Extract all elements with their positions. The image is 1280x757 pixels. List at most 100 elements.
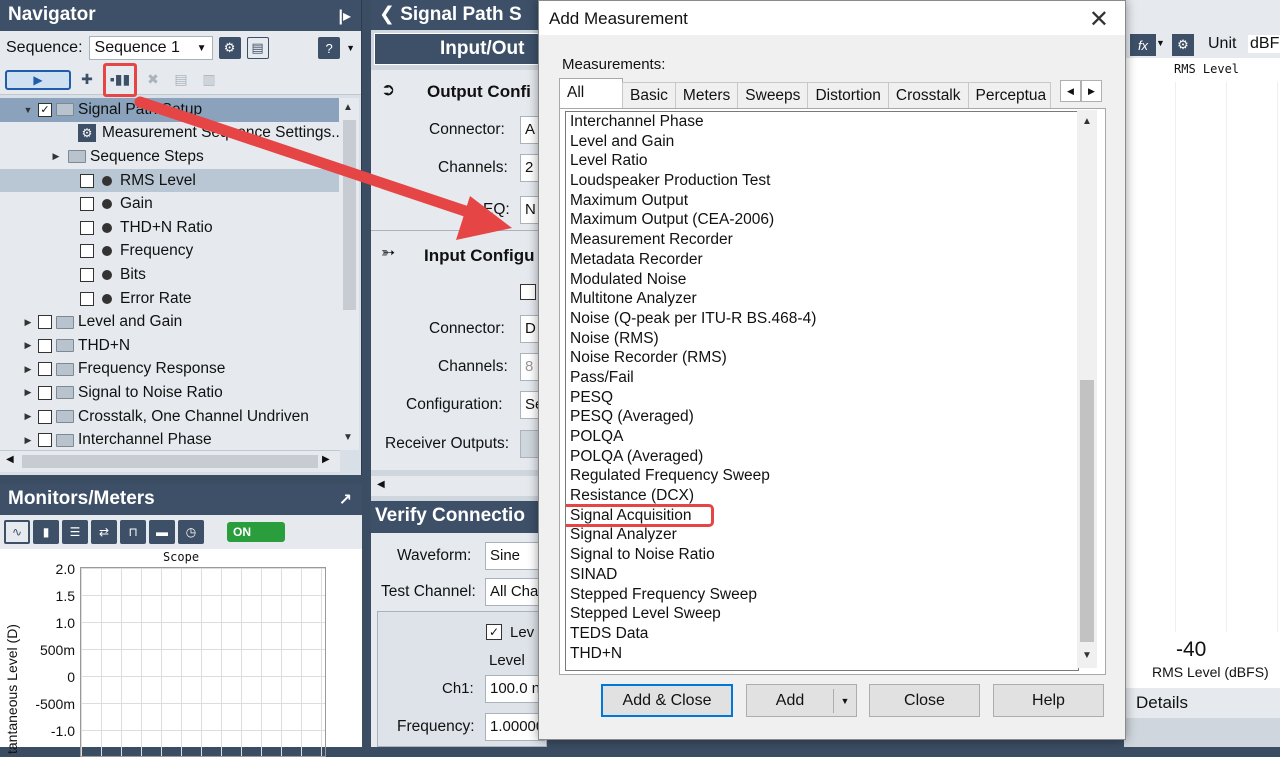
tree-item[interactable]: Frequency [0, 240, 340, 264]
tab-distortion[interactable]: Distortion [807, 82, 889, 109]
measurement-list-item[interactable]: Stepped Frequency Sweep [566, 585, 1078, 605]
back-chevron-icon[interactable]: ❮ [379, 4, 395, 25]
measurement-list-item[interactable]: Signal Acquisition [566, 503, 714, 528]
chevron-down-icon[interactable]: ▼ [1156, 38, 1165, 48]
pulse-icon[interactable]: ⊓ [120, 520, 146, 544]
tree-item[interactable]: Error Rate [0, 287, 340, 311]
tab-sweeps[interactable]: Sweeps [737, 82, 809, 109]
scroll-left-icon[interactable]: ◀ [377, 479, 385, 490]
measurement-list-item[interactable]: Regulated Frequency Sweep [566, 466, 1078, 486]
measurement-list-item[interactable]: Multitone Analyzer [566, 289, 1078, 309]
list-vertical-scrollbar[interactable]: ▲ ▼ [1077, 110, 1097, 668]
tree-item[interactable]: ▶ Interchannel Phase [0, 428, 340, 450]
unit-select[interactable]: dBF [1248, 35, 1280, 53]
expand-down-icon[interactable]: ▼ [22, 105, 34, 115]
expand-right-icon[interactable]: ▶ [22, 411, 34, 422]
test-channel-field[interactable]: All Cha [485, 578, 545, 606]
expand-right-icon[interactable]: ▶ [22, 387, 34, 398]
tree-item[interactable]: ▶ Frequency Response [0, 358, 340, 382]
add-measurement-icon[interactable]: ▪▮▮ [103, 62, 137, 97]
close-icon[interactable]: ✕ [1089, 5, 1109, 34]
chevron-down-icon[interactable]: ▼ [834, 696, 856, 706]
checkbox[interactable] [38, 362, 52, 377]
frequency-field[interactable]: 1.00000 [485, 713, 545, 741]
scroll-up-icon[interactable]: ▲ [343, 102, 353, 113]
tab-basic[interactable]: Basic [622, 82, 676, 109]
meters-icon[interactable]: ☰ [62, 520, 88, 544]
tree-vertical-scrollbar[interactable]: ▲ ▼ [339, 98, 359, 450]
fft-icon[interactable]: ▮ [33, 520, 59, 544]
close-button[interactable]: Close [869, 684, 980, 717]
checkbox[interactable] [38, 433, 52, 448]
tree-item[interactable]: ▶ Signal to Noise Ratio [0, 381, 340, 405]
checkbox[interactable] [80, 291, 94, 306]
tree-item[interactable]: RMS Level [0, 168, 340, 193]
scrollbar-thumb[interactable] [343, 120, 356, 310]
scroll-up-icon[interactable]: ▲ [1082, 116, 1092, 127]
measurement-list-item[interactable]: POLQA (Averaged) [566, 447, 1078, 467]
measurement-list-item[interactable]: PESQ (Averaged) [566, 407, 1078, 427]
checkbox[interactable] [38, 315, 52, 330]
measurement-list-item[interactable]: TEDS Data [566, 624, 1078, 644]
measurement-list-item[interactable]: Metadata Recorder [566, 250, 1078, 270]
measurement-list-item[interactable]: Noise (Q-peak per ITU-R BS.468-4) [566, 309, 1078, 329]
details-bar[interactable]: Details [1124, 688, 1280, 718]
swap-icon[interactable]: ⇄ [91, 520, 117, 544]
measurement-list-item[interactable]: Noise Recorder (RMS) [566, 348, 1078, 368]
measurement-list-item[interactable]: Signal Analyzer [566, 525, 1078, 545]
checkbox[interactable] [38, 385, 52, 400]
measurement-list-item[interactable]: Maximum Output (CEA-2006) [566, 210, 1078, 230]
scrollbar-thumb[interactable] [22, 455, 318, 468]
monitor-on-toggle[interactable]: ON [227, 522, 285, 542]
add-close-button[interactable]: Add & Close [601, 684, 733, 717]
checkbox[interactable] [80, 267, 94, 282]
tab-scroll-left-icon[interactable]: ◀ [1060, 80, 1081, 102]
level-checkbox[interactable]: ✓ [486, 624, 502, 640]
scroll-left-icon[interactable]: ◀ [6, 454, 14, 465]
expand-right-icon[interactable]: ▶ [22, 364, 34, 375]
measurement-list-item[interactable]: POLQA [566, 427, 1078, 447]
run-sequence-button[interactable]: ▶ [5, 69, 71, 90]
measurement-list-item[interactable]: Interchannel Phase [566, 112, 1078, 132]
sequence-report-icon[interactable]: ▤ [246, 37, 269, 59]
measurement-list[interactable]: Interchannel Phase Level and Gain Level Ra… [565, 111, 1079, 671]
checkbox[interactable] [80, 173, 94, 188]
sequence-settings-gear-icon[interactable]: ⚙ [218, 37, 241, 59]
checkbox[interactable] [80, 244, 94, 259]
measurement-list-item[interactable]: Maximum Output [566, 191, 1078, 211]
ch1-level-field[interactable]: 100.0 n [485, 675, 545, 703]
measurement-list-item[interactable]: Signal to Noise Ratio [566, 545, 1078, 565]
chevron-down-icon[interactable]: ▼ [346, 43, 355, 53]
measurement-list-item[interactable]: Measurement Recorder [566, 230, 1078, 250]
tree-item[interactable]: Bits [0, 263, 340, 287]
tree-item[interactable]: Gain [0, 192, 340, 216]
add-step-icon[interactable]: ✚ [75, 68, 99, 92]
tree-item[interactable]: ▶ Crosstalk, One Channel Undriven [0, 405, 340, 429]
checkbox[interactable] [80, 220, 94, 235]
tree-item[interactable]: ▼ ✓ Signal Path Setup [0, 98, 340, 122]
tree-item[interactable]: ⚙ Measurement Sequence Settings.. [0, 122, 340, 146]
tree-item[interactable]: THD+N Ratio [0, 216, 340, 240]
scroll-right-icon[interactable]: ▶ [322, 454, 330, 465]
tree-horizontal-scrollbar[interactable]: ◀ ▶ [0, 450, 340, 472]
pin-icon[interactable]: |▸ [338, 6, 351, 26]
measurement-list-item[interactable]: Level and Gain [566, 132, 1078, 152]
signal-path-horizontal-scrollbar[interactable]: ◀ [371, 476, 541, 496]
help-button[interactable]: Help [993, 684, 1104, 717]
help-icon[interactable]: ? [318, 37, 341, 59]
expand-right-icon[interactable]: ▶ [50, 151, 62, 162]
tab-perceptua[interactable]: Perceptua [967, 82, 1051, 109]
add-button-label[interactable]: Add [747, 692, 833, 710]
waveform-field[interactable]: Sine [485, 542, 545, 570]
checkbox[interactable] [80, 197, 94, 212]
checkbox[interactable] [38, 338, 52, 353]
expand-right-icon[interactable]: ▶ [22, 340, 34, 351]
tab-crosstalk[interactable]: Crosstalk [887, 82, 969, 109]
function-icon[interactable]: fx [1130, 34, 1156, 56]
measurement-list-item[interactable]: Loudspeaker Production Test [566, 171, 1078, 191]
popout-icon[interactable]: ↗ [339, 490, 352, 510]
measurement-list-item[interactable]: THD+N [566, 644, 1078, 664]
measurement-list-item[interactable]: Modulated Noise [566, 270, 1078, 290]
measurement-list-item[interactable]: Resistance (DCX) [566, 486, 1078, 506]
tree-item[interactable]: ▶ THD+N [0, 334, 340, 358]
